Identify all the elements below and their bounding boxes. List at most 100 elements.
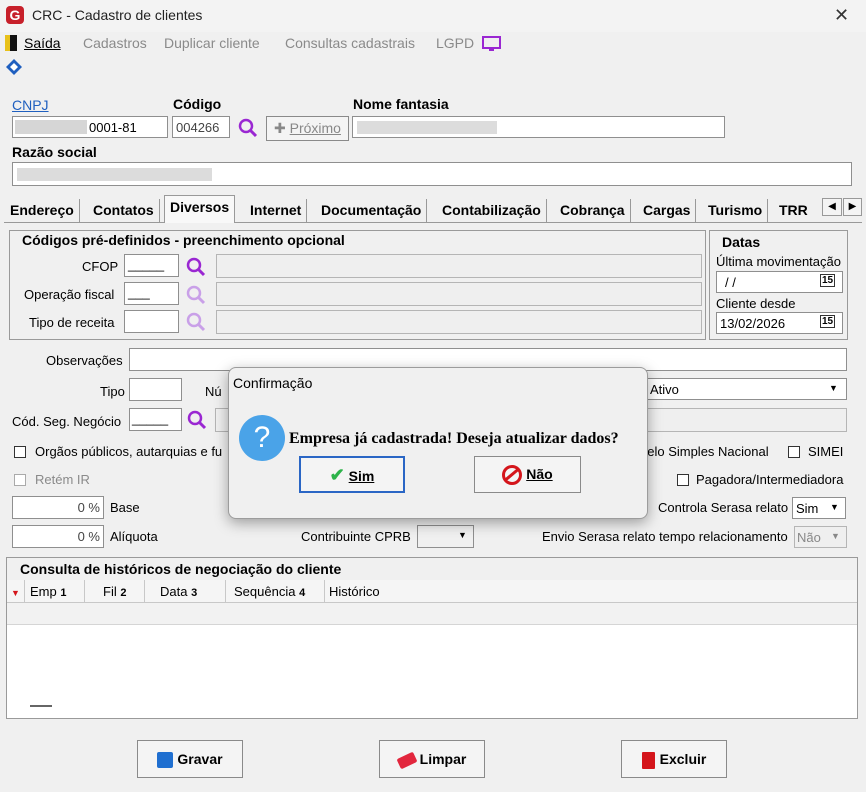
chevron-down-icon[interactable]: ▼: [831, 531, 840, 541]
scroll-marker: [30, 705, 52, 707]
receita-description: [216, 310, 702, 334]
serasa-label: Controla Serasa relato: [658, 500, 789, 515]
historico-grid-header: [7, 580, 857, 603]
gravar-label: Gravar: [177, 751, 223, 767]
col-data[interactable]: Data 3: [160, 584, 197, 599]
menu-saida[interactable]: Saída: [24, 35, 61, 51]
tab-contatos[interactable]: Contatos: [88, 199, 160, 223]
cfop-label: CFOP: [82, 259, 119, 274]
col-historico[interactable]: Histórico: [329, 584, 380, 599]
cod-seg-value: _____: [132, 411, 169, 426]
menu-cadastros[interactable]: Cadastros: [83, 35, 147, 51]
base-value: 0 %: [77, 500, 100, 515]
gravar-button[interactable]: Gravar: [137, 740, 243, 778]
base-field[interactable]: 0 %: [12, 496, 104, 519]
search-cod-seg-icon[interactable]: [187, 410, 207, 433]
nome-fantasia-field[interactable]: [352, 116, 725, 138]
tab-documentacao[interactable]: Documentação: [316, 199, 428, 223]
simei-checkbox[interactable]: [788, 446, 800, 458]
tab-turismo[interactable]: Turismo: [703, 199, 769, 223]
tab-cargas[interactable]: Cargas: [638, 199, 697, 223]
razao-social-field[interactable]: [12, 162, 852, 186]
numero-label: Nú: [205, 384, 222, 399]
datas-title: Datas: [722, 234, 761, 250]
cliente-desde-value: 13/02/2026: [720, 316, 786, 331]
tab-endereco[interactable]: Endereço: [5, 199, 80, 223]
col-sequencia[interactable]: Sequência 4: [234, 584, 305, 599]
col-fil[interactable]: Fil 2: [103, 584, 126, 599]
search-operacao-icon[interactable]: [186, 285, 206, 308]
search-codigo-icon[interactable]: [238, 118, 258, 141]
col-data-label: Data: [160, 584, 188, 599]
menu-duplicar-cliente[interactable]: Duplicar cliente: [164, 35, 260, 51]
envio-serasa-select[interactable]: Não ▼: [794, 526, 847, 548]
sim-label: Sim: [348, 468, 375, 484]
cliente-desde-field[interactable]: 13/02/2026 15: [716, 312, 843, 334]
monitor-icon[interactable]: [482, 36, 502, 55]
tipo-receita-field[interactable]: [124, 310, 179, 333]
tab-contabilizacao[interactable]: Contabilização: [437, 199, 547, 223]
proximo-button[interactable]: ✚ Próximo: [266, 116, 349, 141]
tab-internet[interactable]: Internet: [245, 199, 308, 223]
operacao-fiscal-label: Operação fiscal: [24, 287, 115, 302]
sim-button[interactable]: ✔ Sim: [299, 456, 405, 493]
ultima-movimentacao-label: Última movimentação: [716, 254, 841, 269]
operacao-fiscal-field[interactable]: ___: [124, 282, 179, 305]
cnpj-field[interactable]: 0001-81: [12, 116, 168, 138]
search-receita-icon[interactable]: [186, 312, 206, 335]
tab-trr[interactable]: TRR: [774, 199, 813, 223]
col-historico-label: Histórico: [329, 584, 380, 599]
limpar-button[interactable]: Limpar: [379, 740, 485, 778]
retem-ir-checkbox[interactable]: [14, 474, 26, 486]
table-row[interactable]: [7, 603, 857, 625]
status-select[interactable]: Ativo ▼: [645, 378, 847, 400]
cod-seg-negocio-field[interactable]: _____: [129, 408, 182, 431]
cnpj-value: 0001-81: [89, 120, 137, 135]
ultima-movimentacao-field[interactable]: / / 15: [716, 271, 843, 293]
col-emp[interactable]: Emp 1: [30, 584, 66, 599]
nao-button[interactable]: Não: [474, 456, 581, 493]
cprb-select[interactable]: ▼: [417, 525, 474, 548]
col-sequencia-num: 4: [299, 587, 306, 599]
chevron-down-icon[interactable]: ▼: [458, 530, 467, 540]
excluir-button[interactable]: Excluir: [621, 740, 727, 778]
serasa-value: Sim: [796, 501, 819, 516]
tab-cobranca[interactable]: Cobrança: [555, 199, 631, 223]
chevron-down-icon[interactable]: ▼: [829, 383, 838, 393]
chevron-down-icon[interactable]: ▼: [830, 502, 839, 512]
serasa-select[interactable]: Sim ▼: [792, 497, 846, 519]
codigo-field[interactable]: 004266: [172, 116, 230, 138]
aliquota-value: 0 %: [77, 529, 100, 544]
pagadora-checkbox[interactable]: [677, 474, 689, 486]
tab-scroll-right[interactable]: ▶: [843, 198, 862, 216]
orgaos-publicos-checkbox[interactable]: [14, 446, 26, 458]
excluir-label: Excluir: [659, 751, 707, 767]
menu-lgpd[interactable]: LGPD: [436, 35, 474, 51]
exit-icon[interactable]: [5, 35, 17, 51]
col-fil-num: 2: [120, 587, 127, 599]
cod-seg-negocio-label: Cód. Seg. Negócio: [12, 414, 122, 429]
search-cfop-icon[interactable]: [186, 257, 206, 280]
window-title: CRC - Cadastro de clientes: [32, 7, 203, 23]
col-data-num: 3: [191, 587, 198, 599]
menu-consultas-cadastrais[interactable]: Consultas cadastrais: [285, 35, 415, 51]
nome-fantasia-blurred: [357, 121, 497, 134]
tipo-field[interactable]: [129, 378, 182, 401]
cnpj-link[interactable]: CNPJ: [12, 97, 49, 113]
close-icon[interactable]: ✕: [834, 5, 849, 26]
plus-icon: ✚: [274, 120, 290, 136]
dialog-title: Confirmação: [233, 375, 313, 391]
col-fil-label: Fil: [103, 584, 117, 599]
col-sequencia-label: Sequência: [234, 584, 296, 599]
calendar-icon[interactable]: 15: [820, 315, 836, 328]
cfop-field[interactable]: _____: [124, 254, 179, 277]
aliquota-field[interactable]: 0 %: [12, 525, 104, 548]
check-icon: ✔: [329, 465, 345, 485]
nao-label: Não: [526, 466, 553, 482]
calendar-icon[interactable]: 15: [820, 274, 836, 287]
retem-ir-label: Retém IR: [35, 472, 90, 487]
aliquota-label: Alíquota: [110, 529, 158, 544]
tab-diversos[interactable]: Diversos: [164, 195, 236, 223]
tab-scroll-left[interactable]: ◀: [822, 198, 842, 216]
save-icon: [157, 752, 174, 769]
